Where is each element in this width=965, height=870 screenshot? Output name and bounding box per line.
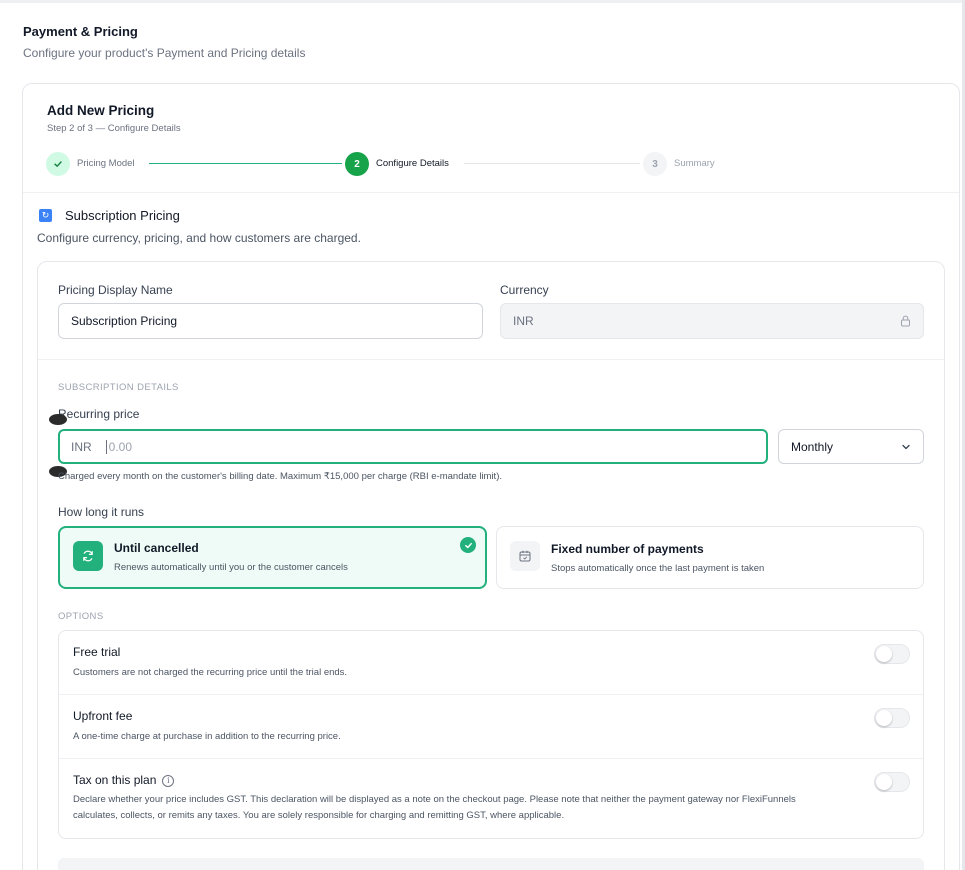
pricing-form: Pricing Display Name Subscription Pricin…: [37, 261, 945, 870]
add-pricing-card: Add New Pricing Step 2 of 3 — Configure …: [22, 83, 960, 870]
upfront-fee-title: Upfront fee: [73, 709, 133, 723]
top-border: [0, 0, 965, 3]
display-name-value: Subscription Pricing: [71, 314, 178, 328]
check-icon: [54, 161, 62, 167]
step-3-number: 3: [652, 158, 658, 170]
subscription-details-heading: SUBSCRIPTION DETAILS: [58, 382, 179, 393]
section-title: Subscription Pricing: [65, 208, 180, 223]
option-title: Fixed number of payments: [551, 542, 704, 556]
calendar-icon: [510, 541, 540, 571]
currency-value: INR: [513, 314, 534, 328]
duration-label: How long it runs: [58, 505, 145, 519]
lock-icon: [901, 315, 910, 327]
step-1-complete[interactable]: [46, 152, 70, 176]
option-fixed-payments[interactable]: Fixed number of payments Stops automatic…: [496, 526, 924, 589]
page-subtitle: Configure your product's Payment and Pri…: [23, 46, 306, 60]
drag-handle-top[interactable]: [49, 414, 67, 425]
text-caret: [105, 439, 107, 454]
info-icon[interactable]: i: [162, 774, 175, 787]
currency-field: INR: [500, 303, 924, 339]
refresh-icon: ↻: [39, 209, 52, 222]
recurring-price-label: Recurring price: [58, 407, 140, 421]
step-1-label: Pricing Model: [77, 158, 135, 169]
recurring-price-input[interactable]: [108, 439, 709, 454]
options-heading: OPTIONS: [58, 611, 104, 622]
step-connector-1: [149, 163, 342, 164]
tax-title: Tax on this plan: [73, 773, 157, 787]
option-description: Renews automatically until you or the cu…: [114, 562, 348, 573]
tax-title-wrap: Tax on this plan i: [73, 773, 175, 787]
option-title: Until cancelled: [114, 541, 199, 555]
inner-divider: [38, 359, 944, 360]
recurring-price-field[interactable]: INR: [58, 429, 768, 464]
display-name-field[interactable]: Subscription Pricing: [58, 303, 483, 339]
recurring-currency: INR: [71, 439, 92, 454]
step-3-upcoming[interactable]: 3: [643, 152, 667, 176]
free-trial-description: Customers are not charged the recurring …: [73, 667, 348, 678]
tax-toggle[interactable]: [874, 772, 910, 792]
card-title: Add New Pricing: [47, 103, 155, 118]
step-indicator-text: Step 2 of 3 — Configure Details: [47, 123, 181, 134]
stepper: Pricing Model 2 Configure Details 3 Summ…: [46, 152, 746, 176]
option-row-upfront-fee: Upfront fee A one-time charge at purchas…: [59, 695, 923, 759]
section-subtitle: Configure currency, pricing, and how cus…: [37, 231, 361, 245]
page-title: Payment & Pricing: [23, 24, 138, 39]
display-name-label: Pricing Display Name: [58, 283, 173, 297]
billing-period-value: Monthly: [791, 439, 834, 454]
tax-description: Declare whether your price includes GST.…: [73, 794, 796, 821]
option-until-cancelled[interactable]: Until cancelled Renews automatically unt…: [58, 526, 487, 589]
free-trial-toggle[interactable]: [874, 644, 910, 664]
card-divider: [23, 192, 959, 193]
step-2-label: Configure Details: [376, 158, 449, 169]
next-section-placeholder: [58, 858, 924, 870]
upfront-fee-description: A one-time charge at purchase in additio…: [73, 731, 341, 742]
option-row-free-trial: Free trial Customers are not charged the…: [59, 631, 923, 695]
chevron-down-icon: [902, 444, 910, 449]
currency-label: Currency: [500, 283, 549, 297]
selected-check-icon: [460, 537, 476, 553]
recurring-helper-text: Charged every month on the customer's bi…: [58, 471, 503, 482]
option-row-tax: Tax on this plan i Declare whether your p…: [59, 759, 923, 839]
step-2-active[interactable]: 2: [345, 152, 369, 176]
refresh-icon: [73, 541, 103, 571]
free-trial-title: Free trial: [73, 645, 121, 659]
step-3-label: Summary: [674, 158, 715, 169]
step-2-number: 2: [354, 158, 360, 170]
options-list: Free trial Customers are not charged the…: [58, 630, 924, 839]
option-description: Stops automatically once the last paymen…: [551, 563, 765, 574]
upfront-fee-toggle[interactable]: [874, 708, 910, 728]
step-connector-2: [464, 163, 640, 164]
billing-period-select[interactable]: Monthly: [778, 429, 924, 464]
